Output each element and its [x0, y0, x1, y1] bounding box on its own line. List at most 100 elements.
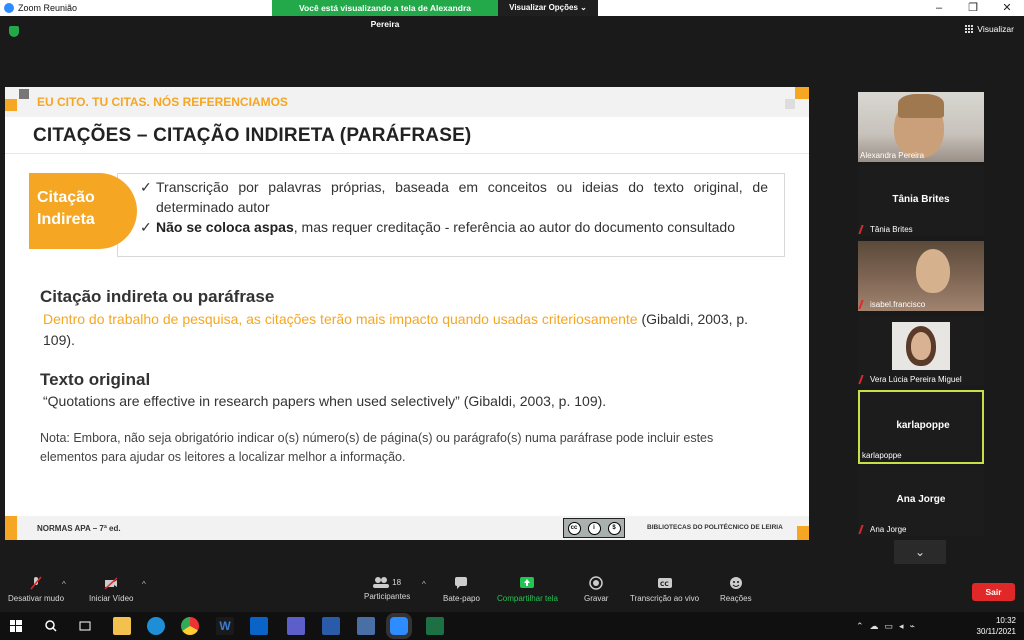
unmute-button[interactable]: Desativar mudo: [8, 576, 64, 603]
slide-top-bar: EU CITO. TU CITAS. NÓS REFERENCIAMOS: [5, 87, 809, 117]
participant-name: Ana Jorge: [858, 525, 906, 534]
audio-options-caret[interactable]: ^: [62, 580, 66, 589]
task-view-icon[interactable]: [79, 620, 91, 632]
view-options-button[interactable]: Visualizar Opções ⌄: [498, 0, 598, 16]
chat-button[interactable]: Bate-papo: [443, 576, 480, 603]
windows-start-icon[interactable]: [10, 620, 22, 632]
start-video-button[interactable]: Iniciar Vídeo: [89, 576, 133, 603]
video-options-caret[interactable]: ^: [142, 580, 146, 589]
participant-name: Vera Lúcia Pereira Miguel: [858, 375, 962, 384]
checkmark-icon: ✓: [140, 179, 152, 195]
corner-decoration: [19, 89, 29, 99]
chrome-browser-icon[interactable]: [181, 617, 199, 635]
participants-count: 18: [392, 577, 402, 587]
participants-options-caret[interactable]: ^: [422, 580, 426, 589]
gallery-scroll-down-button[interactable]: ⌄: [894, 540, 946, 564]
participant-name: karlapoppe: [862, 451, 902, 460]
muted-mic-icon: [858, 225, 869, 234]
record-button[interactable]: Gravar: [584, 576, 608, 603]
participant-tile[interactable]: Tânia Brites Tânia Brites: [858, 166, 984, 236]
participants-label: Participantes: [364, 592, 411, 601]
slide-heading: CITAÇÕES – CITAÇÃO INDIRETA (PARÁFRASE): [33, 125, 472, 146]
participant-tile-active-speaker[interactable]: karlapoppe karlapoppe: [858, 390, 984, 464]
shared-screen-slide: EU CITO. TU CITAS. NÓS REFERENCIAMOS CIT…: [5, 87, 809, 540]
corner-decoration: [5, 516, 17, 540]
participant-tile[interactable]: Ana Jorge Ana Jorge: [858, 466, 984, 536]
view-layout-label: Visualizar: [977, 24, 1014, 34]
outlook-icon[interactable]: [250, 617, 268, 635]
closed-captions-icon: CC: [657, 578, 672, 588]
clock-date: 30/11/2021: [976, 627, 1016, 636]
participant-tile[interactable]: Alexandra Pereira: [858, 92, 984, 162]
record-icon: [589, 576, 603, 590]
participants-icon: [373, 577, 390, 588]
footer-course-label: NORMAS APA – 7ª ed.: [37, 524, 121, 533]
unmute-label: Desativar mudo: [8, 594, 65, 603]
edge-browser-icon[interactable]: [147, 617, 165, 635]
share-screen-icon: [520, 577, 535, 588]
live-transcription-button[interactable]: CC Transcrição ao vivo: [630, 576, 699, 603]
reactions-label: Reações: [720, 594, 752, 603]
smiley-icon: [729, 577, 742, 589]
minimize-button[interactable]: –: [922, 0, 956, 16]
close-button[interactable]: ✕: [990, 0, 1024, 16]
clock[interactable]: 10:32 30/11/2021: [977, 615, 1016, 637]
search-icon[interactable]: [45, 620, 57, 632]
participant-face: [911, 332, 931, 360]
teams-icon[interactable]: [287, 617, 305, 635]
corner-decoration: [795, 87, 809, 99]
clock-time: 10:32: [995, 616, 1016, 625]
bullet-text: Transcrição por palavras próprias, basea…: [156, 179, 768, 215]
attribution-symbol: i: [587, 521, 601, 535]
participant-name: isabel.francisco: [858, 300, 925, 309]
live-transcription-label: Transcrição ao vivo: [630, 594, 700, 603]
footer-institution-label: BIBLIOTECAS DO POLITÉCNICO DE LEIRIA: [647, 524, 783, 531]
chat-icon: [455, 577, 468, 589]
bullet-item: ✓ Não se coloca aspas, mas requer credit…: [140, 217, 768, 237]
cc-symbol: cc: [567, 521, 581, 535]
participant-tile[interactable]: Vera Lúcia Pereira Miguel: [858, 316, 984, 386]
bullet-item: ✓ Transcrição por palavras próprias, bas…: [140, 177, 768, 217]
excel-icon[interactable]: [426, 617, 444, 635]
window-title: Zoom Reunião: [18, 3, 78, 13]
badge-line-1: Citação: [37, 189, 95, 206]
maximize-button[interactable]: ❐: [956, 0, 990, 16]
slide-footer: NORMAS APA – 7ª ed. cc i $ BIBLIOTECAS D…: [5, 516, 809, 540]
creative-commons-license-icon: cc i $: [563, 518, 625, 538]
participant-video: [892, 322, 950, 370]
share-screen-label: Compartilhar tela: [497, 594, 558, 603]
participant-name: Alexandra Pereira: [860, 151, 925, 160]
document-app-icon[interactable]: [357, 617, 375, 635]
share-banner-message: Você está visualizando a tela de Alexand…: [272, 0, 498, 29]
bullet-rest-text: , mas requer creditação - referência ao …: [293, 219, 736, 235]
screen-share-banner: Você está visualizando a tela de Alexand…: [272, 0, 598, 29]
waves-app-icon[interactable]: W: [216, 617, 234, 635]
badge-line-2: Indireta: [37, 211, 95, 228]
start-video-label: Iniciar Vídeo: [89, 594, 134, 603]
muted-mic-icon: [858, 300, 869, 309]
word-icon[interactable]: [322, 617, 340, 635]
leave-meeting-button[interactable]: Sair: [972, 583, 1015, 601]
bullet-text: Não se coloca aspas, mas requer creditaç…: [156, 217, 768, 237]
view-layout-button[interactable]: Visualizar: [965, 24, 1014, 34]
share-screen-button[interactable]: Compartilhar tela: [497, 576, 558, 603]
grid-icon: [965, 25, 974, 33]
participants-button[interactable]: 18 Participantes: [364, 576, 410, 601]
noncommercial-symbol: $: [607, 521, 621, 535]
divider: [5, 153, 809, 154]
system-tray-icons[interactable]: ⌃☁▭◂⌁: [856, 621, 921, 632]
zoom-taskbar-icon[interactable]: [390, 617, 408, 635]
zoom-app-icon: [4, 3, 14, 13]
security-shield-icon[interactable]: [9, 26, 19, 37]
citation-type-badge: Citação Indireta: [29, 173, 137, 249]
participant-tile[interactable]: isabel.francisco: [858, 241, 984, 311]
slide-series-title: EU CITO. TU CITAS. NÓS REFERENCIAMOS: [37, 95, 288, 109]
window-controls: – ❐ ✕: [922, 0, 1024, 16]
chat-label: Bate-papo: [443, 594, 480, 603]
meeting-controls-toolbar: Desativar mudo ^ Iniciar Vídeo ^ 18 Part…: [0, 572, 1024, 612]
slide-note: Nota: Embora, não seja obrigatório indic…: [40, 431, 714, 464]
original-text-quote: “Quotations are effective in research pa…: [43, 393, 607, 409]
checkmark-icon: ✓: [140, 219, 152, 235]
file-explorer-icon[interactable]: [113, 617, 131, 635]
reactions-button[interactable]: Reações: [720, 576, 752, 603]
